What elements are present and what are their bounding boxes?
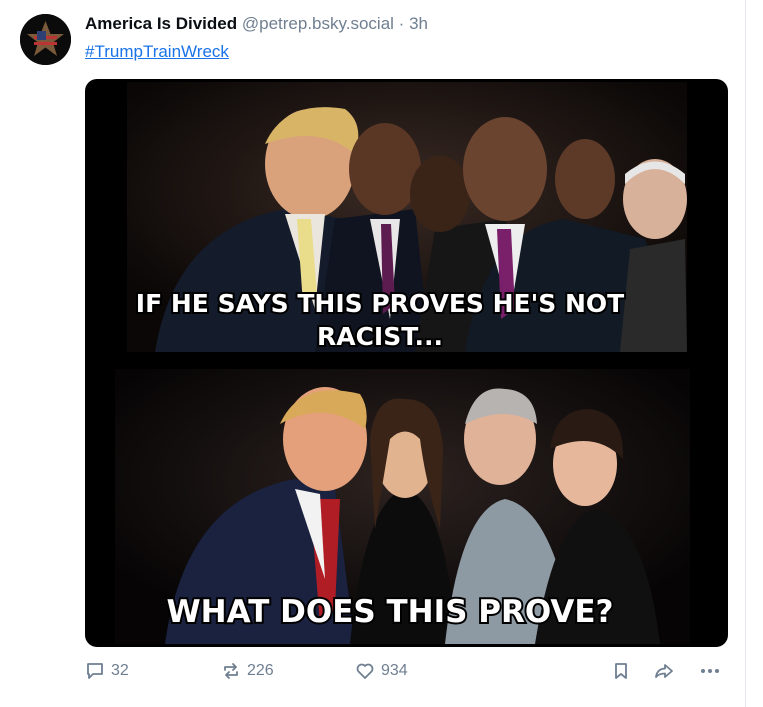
author-avatar[interactable] (20, 14, 71, 65)
like-count: 934 (381, 662, 408, 679)
share-arrow-icon (655, 664, 673, 678)
post-card[interactable]: America Is Divided @petrep.bsky.social ·… (0, 0, 746, 707)
top-caption-line1: IF HE SAYS THIS PROVES HE'S NOT (136, 289, 624, 318)
author-handle[interactable]: @petrep.bsky.social (242, 14, 394, 33)
reply-button[interactable]: 32 (85, 661, 129, 681)
heart-icon (356, 663, 374, 679)
like-button[interactable]: 934 (355, 661, 408, 681)
author-name[interactable]: America Is Divided (85, 14, 237, 33)
top-caption-line2: RACIST... (317, 322, 443, 351)
post-image[interactable]: IF HE SAYS THIS PROVES HE'S NOT RACIST..… (85, 79, 728, 647)
separator-dot: · (398, 14, 405, 33)
share-button[interactable] (653, 661, 675, 681)
repost-count: 226 (247, 662, 274, 679)
repost-arrows-icon (224, 663, 238, 679)
hashtag-link[interactable]: #TrumpTrainWreck (85, 42, 229, 62)
star-flag-avatar-icon (20, 14, 71, 65)
reply-count: 32 (111, 662, 129, 679)
more-options-button[interactable] (699, 661, 721, 681)
post-time[interactable]: 3h (409, 14, 428, 33)
speech-bubble-icon (87, 663, 103, 679)
meme-image: IF HE SAYS THIS PROVES HE'S NOT RACIST..… (115, 82, 690, 644)
post-actions: 32 226 934 (85, 661, 725, 685)
bookmark-icon (615, 663, 627, 679)
bookmark-button[interactable] (611, 661, 631, 681)
post-header: America Is Divided @petrep.bsky.social ·… (85, 13, 428, 35)
repost-button[interactable]: 226 (221, 661, 274, 681)
bottom-caption: WHAT DOES THIS PROVE? (166, 594, 613, 630)
ellipsis-icon (701, 669, 719, 673)
